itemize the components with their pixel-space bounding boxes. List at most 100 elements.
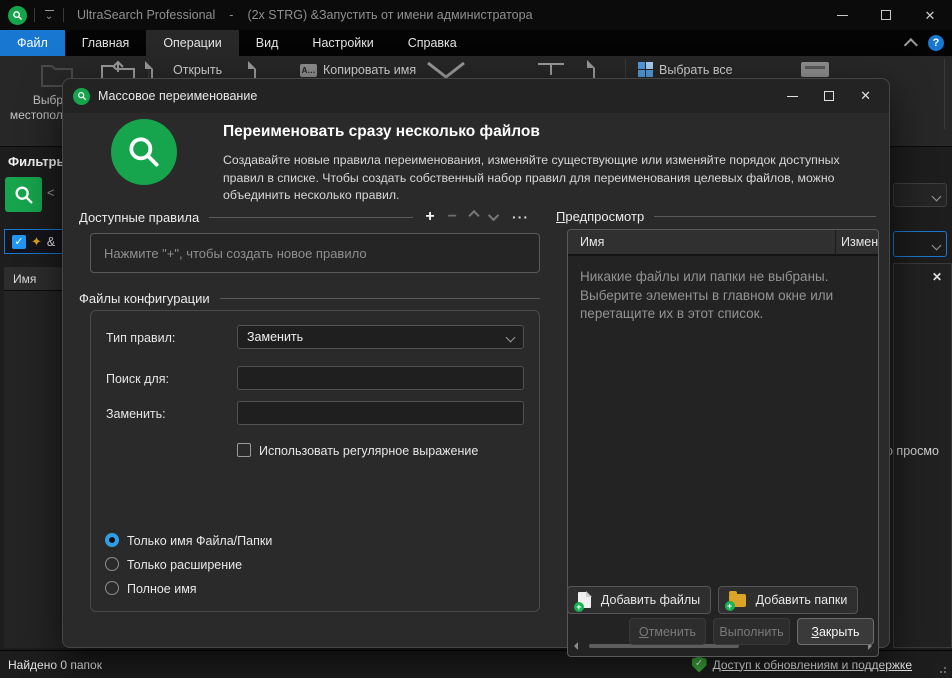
window-title: UltraSearch Professional - (2x STRG) &За…: [77, 8, 533, 22]
add-folders-label: Добавить папки: [756, 593, 848, 607]
dialog-titlebar: Массовое переименование ✕: [63, 79, 889, 113]
move-rule-up-button[interactable]: [468, 210, 479, 221]
quick-access-dropdown-icon[interactable]: ⌄: [42, 10, 56, 21]
scroll-left-icon[interactable]: [570, 642, 578, 650]
file-icon[interactable]: [593, 60, 595, 79]
add-files-label: Добавить файлы: [601, 593, 700, 607]
ribbon-separator: [944, 59, 945, 129]
cancel-button[interactable]: Отменить: [629, 618, 706, 645]
remove-rule-button[interactable]: −: [448, 209, 457, 225]
chevron-down-icon: [932, 192, 942, 202]
rename-icon[interactable]: [538, 62, 564, 76]
right-dropdown-focused[interactable]: [893, 231, 947, 257]
app-logo-icon: [8, 6, 27, 25]
window-controls: ✕: [820, 0, 952, 30]
column-header-changed[interactable]: Измен: [836, 235, 878, 249]
chevron-down-icon: [932, 241, 942, 251]
close-button[interactable]: ✕: [908, 0, 952, 30]
right-dropdown-top[interactable]: [893, 183, 947, 207]
search-icon: [13, 184, 35, 206]
add-folders-button[interactable]: + Добавить папки: [718, 586, 858, 614]
help-icon[interactable]: ?: [928, 35, 944, 51]
menubar-right: ?: [908, 30, 952, 56]
dialog-heading: Переименовать сразу несколько файлов: [223, 123, 540, 141]
close-pane-icon[interactable]: ✕: [932, 270, 942, 284]
move-rule-down-button[interactable]: [488, 210, 499, 221]
replace-label: Заменить:: [106, 407, 166, 421]
filter-checkbox-checked[interactable]: ✓: [12, 235, 26, 249]
dialog-close-button[interactable]: ✕: [860, 88, 871, 104]
section-rule: [654, 216, 876, 217]
rule-type-label: Тип правил:: [106, 331, 175, 345]
preview-pane-clipped-text: о просмо: [886, 444, 939, 458]
preview-section-title: Предпросмотр: [556, 209, 644, 224]
replace-input[interactable]: [237, 401, 524, 425]
filter-pattern-text: &: [47, 235, 55, 249]
resize-grip[interactable]: [936, 663, 946, 673]
tab-home[interactable]: Главная: [65, 30, 147, 56]
rules-section-title: Доступные правила: [79, 210, 199, 225]
collapse-ribbon-icon[interactable]: [904, 38, 918, 52]
radio-extension-only[interactable]: [105, 557, 119, 571]
add-files-button[interactable]: + Добавить файлы: [567, 586, 711, 614]
close-dialog-button[interactable]: Закрыть: [797, 618, 874, 645]
tab-help[interactable]: Справка: [391, 30, 474, 56]
chevron-down-icon: [506, 333, 516, 343]
rule-type-select[interactable]: Заменить: [237, 325, 524, 349]
rules-list-placeholder: Нажмите "+", чтобы создать новое правило: [104, 246, 367, 261]
dialog-window-controls: ✕: [787, 88, 889, 104]
rule-type-value: Заменить: [247, 330, 303, 344]
main-titlebar: ⌄ UltraSearch Professional - (2x STRG) &…: [0, 0, 952, 30]
hero-search-icon: [111, 119, 177, 185]
file-plus-icon: +: [578, 592, 591, 608]
open-button[interactable]: Открыть: [173, 63, 222, 77]
add-rule-button[interactable]: +: [425, 209, 434, 225]
dialog-app-icon: [73, 88, 90, 105]
radio-name-only[interactable]: [105, 533, 119, 547]
shield-check-icon: ✓: [692, 657, 707, 673]
tab-operations[interactable]: Операции: [146, 30, 238, 56]
ribbon-tab-bar: Файл Главная Операции Вид Настройки Спра…: [0, 30, 952, 56]
app-name: UltraSearch Professional: [77, 8, 215, 22]
title-dash: -: [229, 8, 233, 22]
radio-full-name[interactable]: [105, 581, 119, 595]
minimize-button[interactable]: [820, 0, 864, 30]
sparkle-icon: ✦: [31, 235, 42, 248]
tab-file[interactable]: Файл: [0, 30, 65, 56]
dialog-minimize-button[interactable]: [787, 96, 798, 97]
config-section-header: Файлы конфигурации: [79, 291, 540, 306]
regex-checkbox[interactable]: [237, 443, 251, 457]
config-section-title: Файлы конфигурации: [79, 291, 210, 306]
panel-icon[interactable]: [801, 62, 829, 77]
screen: ⌄ UltraSearch Professional - (2x STRG) &…: [0, 0, 952, 678]
updates-link[interactable]: Доступ к обновлениям и поддержке: [713, 658, 912, 672]
status-right: ✓ Доступ к обновлениям и поддержке: [692, 657, 912, 673]
copy-name-icon: A…: [300, 64, 317, 77]
search-button[interactable]: [5, 177, 42, 212]
collapse-filter-icon[interactable]: <: [47, 185, 55, 200]
section-rule: [220, 298, 540, 299]
search-for-input[interactable]: [237, 366, 524, 390]
search-for-label: Поиск для:: [106, 372, 169, 386]
dialog-description: Создавайте новые правила переименования,…: [223, 152, 863, 205]
task-title: (2x STRG) &Запустить от имени администра…: [247, 8, 532, 22]
rules-toolbar: + − ···: [425, 209, 529, 225]
filters-title: Фильтры: [8, 154, 68, 169]
more-options-button[interactable]: ···: [512, 210, 529, 224]
close-label: Закрыть: [811, 625, 859, 639]
run-label: Выполнить: [719, 625, 783, 639]
select-all-icon: [638, 62, 653, 77]
run-button[interactable]: Выполнить: [713, 618, 790, 645]
chevron-down-icon[interactable]: [424, 60, 468, 80]
copy-name-button[interactable]: Копировать имя: [323, 63, 416, 77]
tab-view[interactable]: Вид: [239, 30, 296, 56]
titlebar-divider: [34, 8, 35, 22]
tab-settings[interactable]: Настройки: [295, 30, 390, 56]
select-all-button[interactable]: Выбрать все: [659, 63, 733, 77]
column-header-name[interactable]: Имя: [580, 235, 835, 249]
rules-list[interactable]: Нажмите "+", чтобы создать новое правило: [90, 233, 540, 273]
dialog-title: Массовое переименование: [98, 89, 257, 103]
rules-section-header: Доступные правила + − ···: [79, 209, 529, 225]
maximize-button[interactable]: [864, 0, 908, 30]
dialog-maximize-button[interactable]: [824, 91, 834, 101]
